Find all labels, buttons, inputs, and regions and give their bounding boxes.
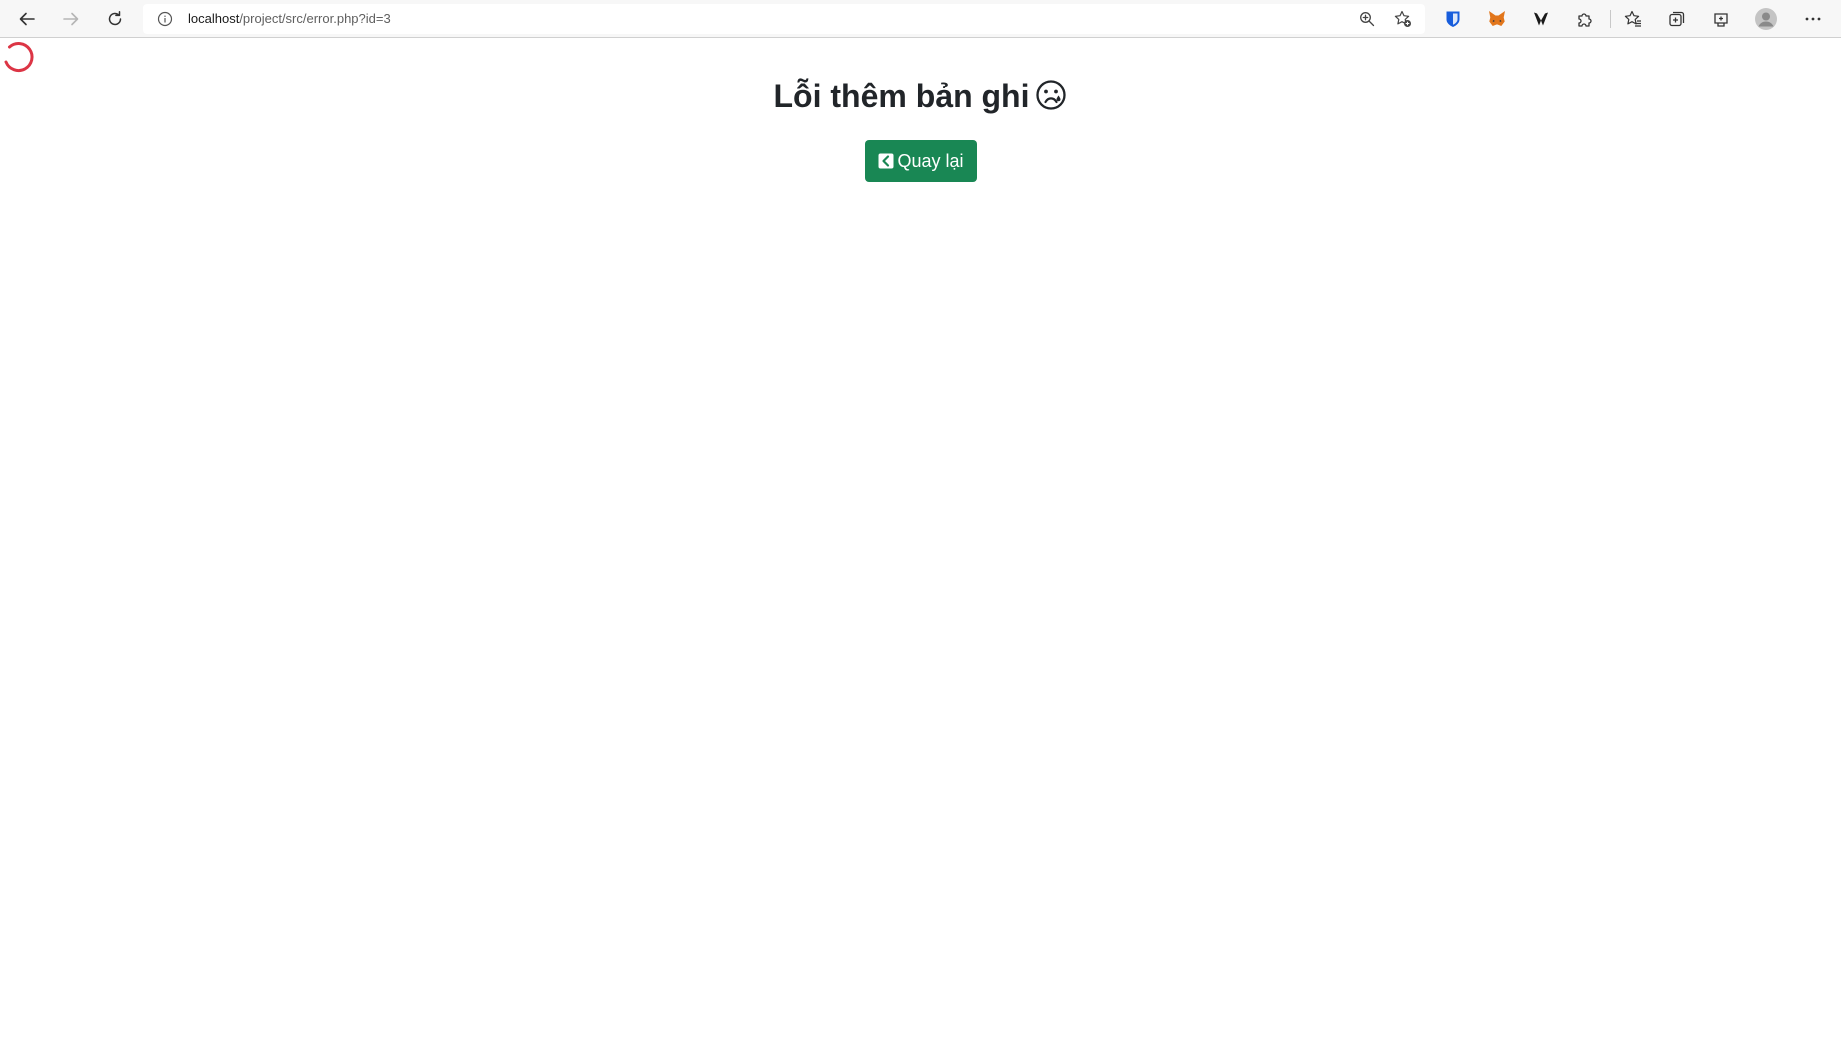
bitwarden-icon[interactable]: [1439, 5, 1467, 33]
collections-icon[interactable]: [1663, 5, 1691, 33]
loading-spinner-icon: [4, 42, 34, 72]
metamask-icon[interactable]: [1483, 5, 1511, 33]
puzzle-extensions-icon[interactable]: [1571, 5, 1599, 33]
url-path: /project/src/error.php?id=3: [239, 11, 391, 26]
wallet-extension-icon[interactable]: [1527, 5, 1555, 33]
toolbar-divider: [1610, 10, 1611, 28]
url-text[interactable]: localhost/project/src/error.php?id=3: [188, 4, 391, 34]
browser-toolbar: localhost/project/src/error.php?id=3: [0, 0, 1841, 38]
page-title: Lỗi thêm bản ghi: [0, 74, 1841, 118]
url-host: localhost: [188, 11, 240, 26]
forward-arrow-icon: [63, 12, 79, 26]
profile-avatar-icon[interactable]: [1752, 5, 1780, 33]
back-arrow-icon: [19, 12, 35, 26]
refresh-icon: [108, 11, 122, 26]
chevron-left-square-icon: [878, 153, 894, 169]
refresh-button[interactable]: [100, 4, 130, 34]
address-bar[interactable]: localhost/project/src/error.php?id=3: [143, 4, 1425, 34]
forward-button[interactable]: [56, 4, 86, 34]
browser-essentials-icon[interactable]: [1707, 5, 1735, 33]
favorites-icon[interactable]: [1619, 5, 1647, 33]
more-menu-icon[interactable]: [1799, 5, 1827, 33]
back-link-label: Quay lại: [897, 150, 964, 171]
info-icon[interactable]: [157, 11, 173, 27]
back-button[interactable]: [12, 4, 42, 34]
star-add-icon[interactable]: [1394, 10, 1412, 28]
sad-face-icon: [1036, 80, 1067, 110]
zoom-icon[interactable]: [1358, 10, 1376, 28]
page-title-text: Lỗi thêm bản ghi: [773, 78, 1030, 114]
back-link-button[interactable]: Quay lại: [865, 140, 977, 182]
